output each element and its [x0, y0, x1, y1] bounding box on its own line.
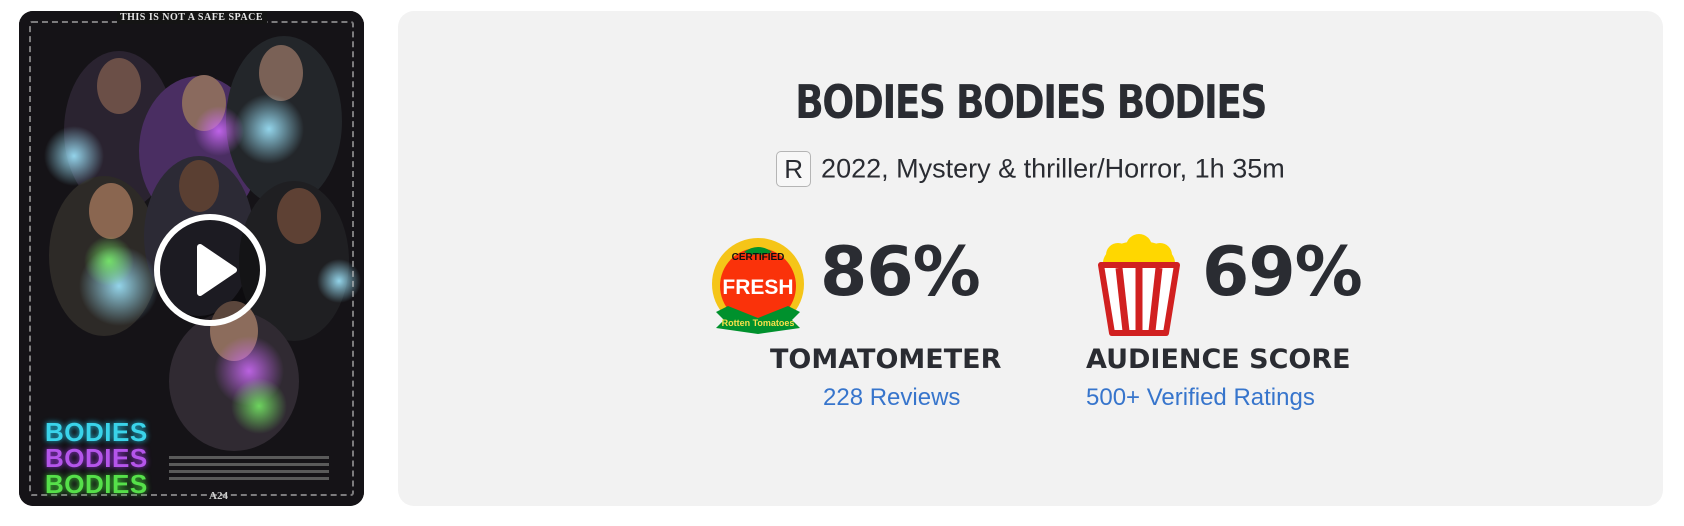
poster-title: BODIES BODIES BODIES	[45, 419, 148, 497]
play-trailer-button[interactable]	[154, 214, 266, 326]
poster-title-line: BODIES	[45, 469, 148, 499]
poster-title-line: BODIES	[45, 417, 148, 447]
tomatometer-reviews-link[interactable]: 228 Reviews	[823, 384, 960, 412]
movie-title: BODIES BODIES BODIES	[795, 75, 1267, 129]
certified-fresh-badge-top: CERTIFIED	[732, 252, 785, 263]
audience-score: 69%	[1202, 233, 1363, 312]
movie-poster[interactable]: A24 THIS IS NOT A SAFE SPACE BODIES BODI…	[19, 11, 364, 506]
play-icon	[197, 244, 237, 296]
movie-info-text: 2022, Mystery & thriller/Horror, 1h 35m	[821, 153, 1285, 184]
popcorn-icon	[1098, 234, 1180, 336]
certified-fresh-badge-middle: FRESH	[722, 276, 793, 299]
poster-title-line: BODIES	[45, 443, 148, 473]
tomatometer-label: TOMATOMETER	[770, 344, 1002, 375]
score-panel: BODIES BODIES BODIES R 2022, Mystery & th…	[398, 11, 1663, 506]
certified-fresh-icon: CERTIFIED FRESH Rotten Tomatoes	[712, 238, 804, 334]
certified-fresh-badge-bottom: Rotten Tomatoes	[722, 318, 795, 328]
tomatometer-score: 86%	[820, 233, 981, 312]
audience-ratings-link[interactable]: 500+ Verified Ratings	[1086, 384, 1315, 412]
mpaa-rating-badge: R	[776, 151, 812, 187]
poster-tagline: THIS IS NOT A SAFE SPACE	[116, 11, 267, 24]
movie-info: R 2022, Mystery & thriller/Horror, 1h 35m	[398, 151, 1663, 187]
audience-score-label: AUDIENCE SCORE	[1086, 344, 1351, 375]
